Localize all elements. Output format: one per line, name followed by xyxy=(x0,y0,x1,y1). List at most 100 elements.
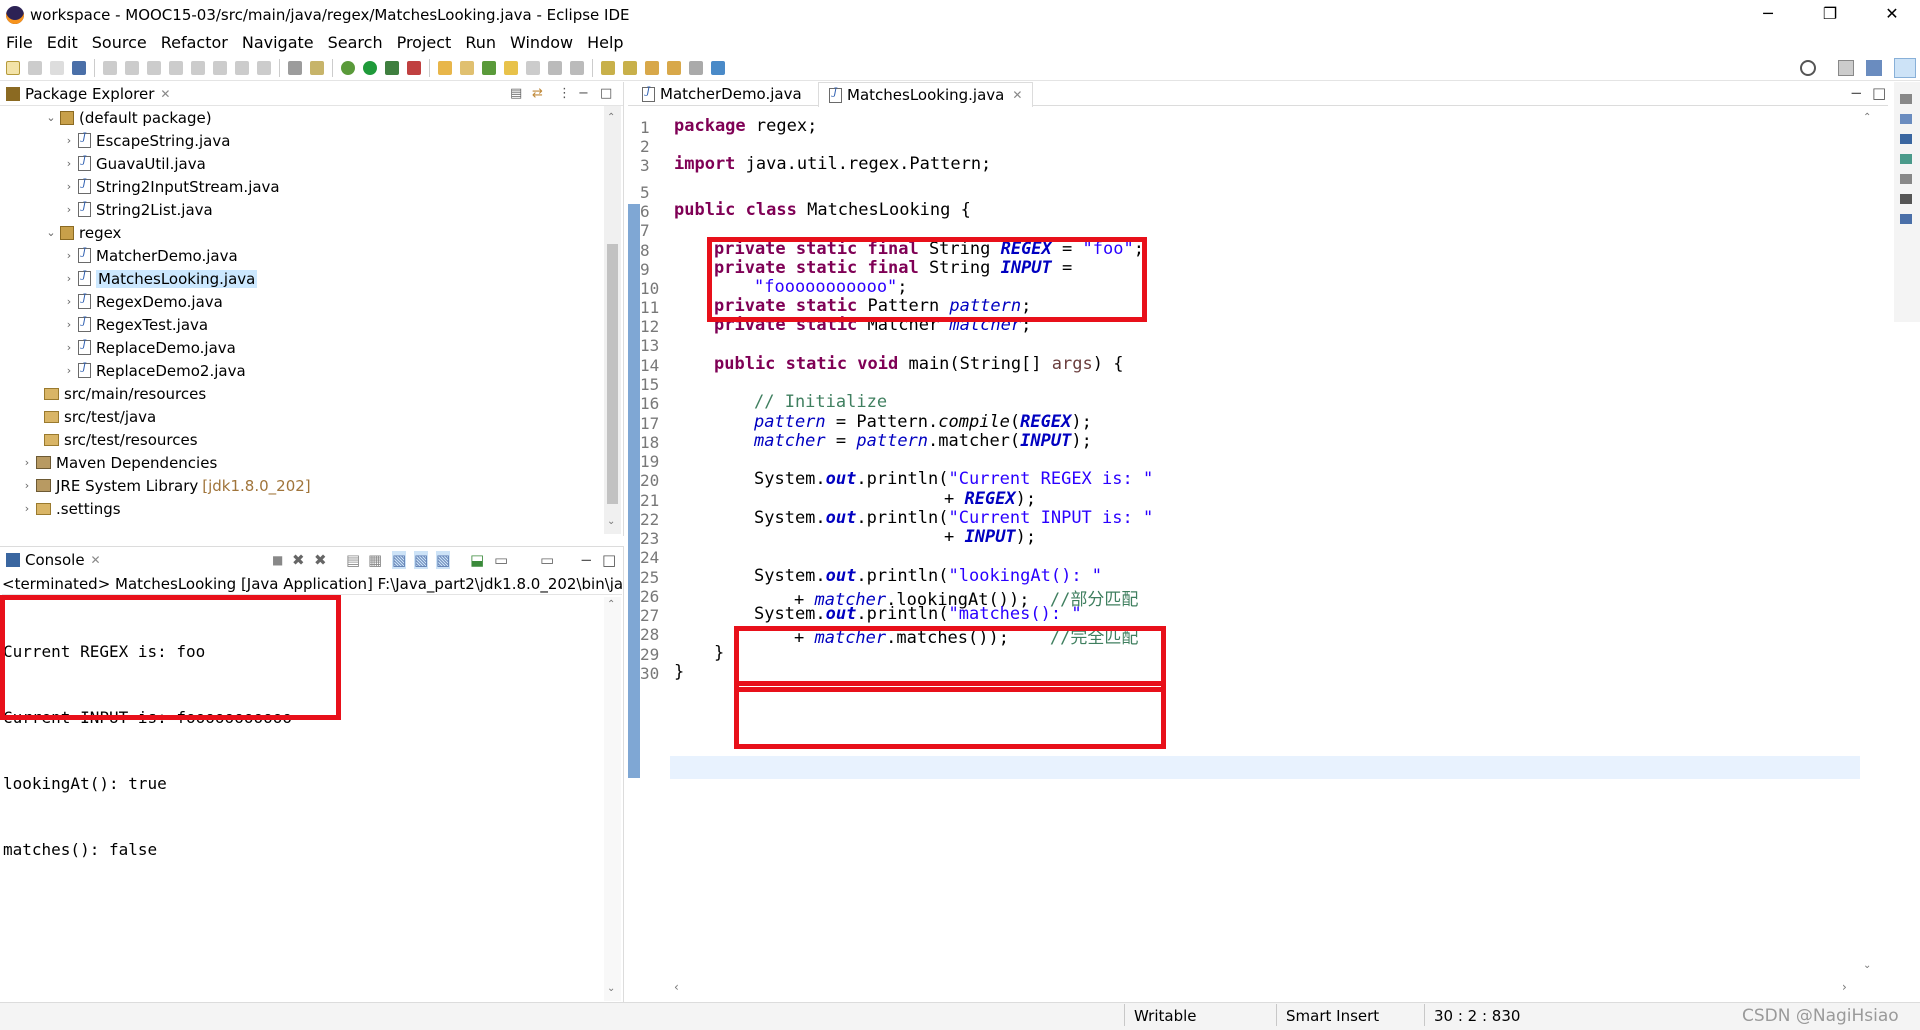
close-icon[interactable]: ✕ xyxy=(160,87,170,101)
code-line[interactable]: System.out.println("Current REGEX is: " xyxy=(754,469,1153,489)
chevron-right-icon[interactable]: › xyxy=(62,203,76,216)
chevron-right-icon[interactable]: › xyxy=(62,295,76,308)
display-selected-console-icon[interactable]: ▭ xyxy=(494,551,508,569)
console-scrollbar[interactable]: ⌃ ⌄ xyxy=(604,597,621,1001)
code-line[interactable]: + REGEX); xyxy=(944,489,1036,509)
tree-item[interactable]: › EscapeString.java xyxy=(62,129,231,152)
tree-item[interactable]: ⌄ regex xyxy=(44,221,121,244)
terminate-icon[interactable]: ■ xyxy=(272,553,283,567)
expressions-icon[interactable] xyxy=(1900,154,1912,164)
new-class-icon[interactable] xyxy=(482,60,496,75)
tree-item[interactable]: › MatchesLooking.java xyxy=(62,267,258,290)
tree-item[interactable]: › JRE System Library [jdk1.8.0_202] xyxy=(20,474,311,497)
resume-icon[interactable] xyxy=(125,60,139,75)
clear-console-icon[interactable]: ▤ xyxy=(346,551,360,569)
open-console-icon[interactable]: ▭ xyxy=(540,551,554,569)
menu-search[interactable]: Search xyxy=(328,33,383,52)
tree-item[interactable]: › GuavaUtil.java xyxy=(62,152,206,175)
code-line[interactable]: System.out.println("Current INPUT is: " xyxy=(754,508,1153,528)
new-java-project-icon[interactable] xyxy=(438,60,452,75)
save-icon[interactable] xyxy=(28,60,42,75)
view-menu-icon[interactable]: ⋮ xyxy=(558,86,571,101)
code-line[interactable]: package regex; xyxy=(674,116,817,136)
tree-item[interactable]: ⌄ (default package) xyxy=(44,106,211,129)
next-annotation-icon[interactable] xyxy=(601,60,615,75)
word-wrap-icon[interactable]: ▧ xyxy=(392,551,407,569)
maximize-view-icon[interactable]: □ xyxy=(602,551,616,569)
code-line[interactable]: + INPUT); xyxy=(944,527,1036,547)
tree-item[interactable]: src/test/resources xyxy=(28,428,198,451)
tree-item[interactable]: › RegexTest.java xyxy=(62,313,208,336)
debug-perspective-icon[interactable] xyxy=(1894,58,1916,78)
chevron-down-icon[interactable]: ⌄ xyxy=(44,111,58,124)
restore-button[interactable]: ❐ xyxy=(1806,0,1854,30)
new-icon[interactable] xyxy=(6,60,20,75)
minimize-view-icon[interactable]: − xyxy=(580,551,593,569)
external-tools-icon[interactable] xyxy=(407,60,421,75)
code-line[interactable]: System.out.println("matches(): " xyxy=(754,604,1082,624)
scroll-lock-icon[interactable]: ▦ xyxy=(368,551,382,569)
previous-annotation-icon[interactable] xyxy=(623,60,637,75)
disconnect-icon[interactable] xyxy=(191,60,205,75)
minimize-button[interactable]: ─ xyxy=(1744,0,1792,30)
tree-item[interactable]: › String2InputStream.java xyxy=(62,175,280,198)
code-line[interactable]: public class MatchesLooking { xyxy=(674,200,971,220)
outline-icon[interactable] xyxy=(1900,174,1912,184)
minimize-view-icon[interactable]: − xyxy=(578,86,589,101)
debug-icon[interactable] xyxy=(341,60,355,75)
chevron-right-icon[interactable]: › xyxy=(20,456,34,469)
link-with-editor-icon[interactable]: ⇄ xyxy=(532,86,543,101)
open-type-icon[interactable] xyxy=(504,60,518,75)
chevron-right-icon[interactable]: › xyxy=(62,134,76,147)
package-explorer-scrollbar[interactable]: ⌃ ⌄ xyxy=(604,106,621,534)
code-line[interactable]: public static void main(String[] args) { xyxy=(714,354,1123,374)
tree-item[interactable]: › ReplaceDemo2.java xyxy=(62,359,246,382)
chevron-right-icon[interactable]: › xyxy=(20,479,34,492)
menu-run[interactable]: Run xyxy=(465,33,496,52)
remove-launch-icon[interactable]: ✖ xyxy=(292,551,305,569)
tree-item[interactable]: src/test/java xyxy=(28,405,156,428)
editor-vertical-scrollbar[interactable]: ⌃ ⌄ xyxy=(1860,108,1878,978)
tree-item[interactable]: › Maven Dependencies xyxy=(20,451,217,474)
pin-editor-icon[interactable] xyxy=(711,60,725,75)
tree-item[interactable]: › ReplaceDemo.java xyxy=(62,336,236,359)
tab-matcheslooking[interactable]: MatchesLooking.java ✕ xyxy=(818,82,1034,107)
suspend-icon[interactable] xyxy=(147,60,161,75)
maximize-editor-icon[interactable]: □ xyxy=(1872,84,1886,102)
tree-item[interactable]: src/main/resources xyxy=(28,382,206,405)
close-icon[interactable]: ✕ xyxy=(91,553,101,567)
terminate-icon[interactable] xyxy=(169,60,183,75)
tree-item[interactable]: › RegexDemo.java xyxy=(62,290,223,313)
restore-icon[interactable] xyxy=(1900,94,1912,104)
menu-file[interactable]: File xyxy=(6,33,33,52)
last-edit-location-icon[interactable] xyxy=(689,60,703,75)
pin-console-icon[interactable]: ⬓ xyxy=(470,551,484,569)
toggle-mark-occurrences-icon[interactable] xyxy=(548,60,562,75)
chevron-right-icon[interactable]: › xyxy=(62,272,76,285)
save-all-icon[interactable] xyxy=(50,60,64,75)
chevron-right-icon[interactable]: › xyxy=(62,180,76,193)
tree-item[interactable]: › .settings xyxy=(20,497,121,520)
minimize-icon[interactable] xyxy=(1900,194,1912,204)
maximize-view-icon[interactable]: □ xyxy=(600,86,612,101)
chevron-right-icon[interactable]: › xyxy=(62,249,76,262)
show-whitespace-icon[interactable] xyxy=(570,60,584,75)
scrollbar-thumb[interactable] xyxy=(607,244,618,504)
code-line[interactable]: // Initialize xyxy=(754,392,887,412)
drop-to-frame-icon[interactable] xyxy=(288,60,302,75)
forward-icon[interactable] xyxy=(667,60,681,75)
menu-refactor[interactable]: Refactor xyxy=(161,33,228,52)
tree-item[interactable]: › MatcherDemo.java xyxy=(62,244,238,267)
open-perspective-icon[interactable] xyxy=(1838,60,1854,76)
run-icon[interactable] xyxy=(363,60,377,75)
code-line[interactable]: matcher = pattern.matcher(INPUT); xyxy=(754,431,1092,451)
step-into-icon[interactable] xyxy=(213,60,227,75)
chevron-right-icon[interactable]: › xyxy=(62,318,76,331)
tasks-icon[interactable] xyxy=(1900,214,1912,224)
open-console-icon[interactable] xyxy=(72,60,86,75)
menu-edit[interactable]: Edit xyxy=(47,33,78,52)
show-on-error-icon[interactable]: ▧ xyxy=(436,551,451,569)
step-return-icon[interactable] xyxy=(257,60,271,75)
remove-all-launches-icon[interactable]: ✖ xyxy=(314,551,327,569)
tree-item[interactable]: › String2List.java xyxy=(62,198,213,221)
